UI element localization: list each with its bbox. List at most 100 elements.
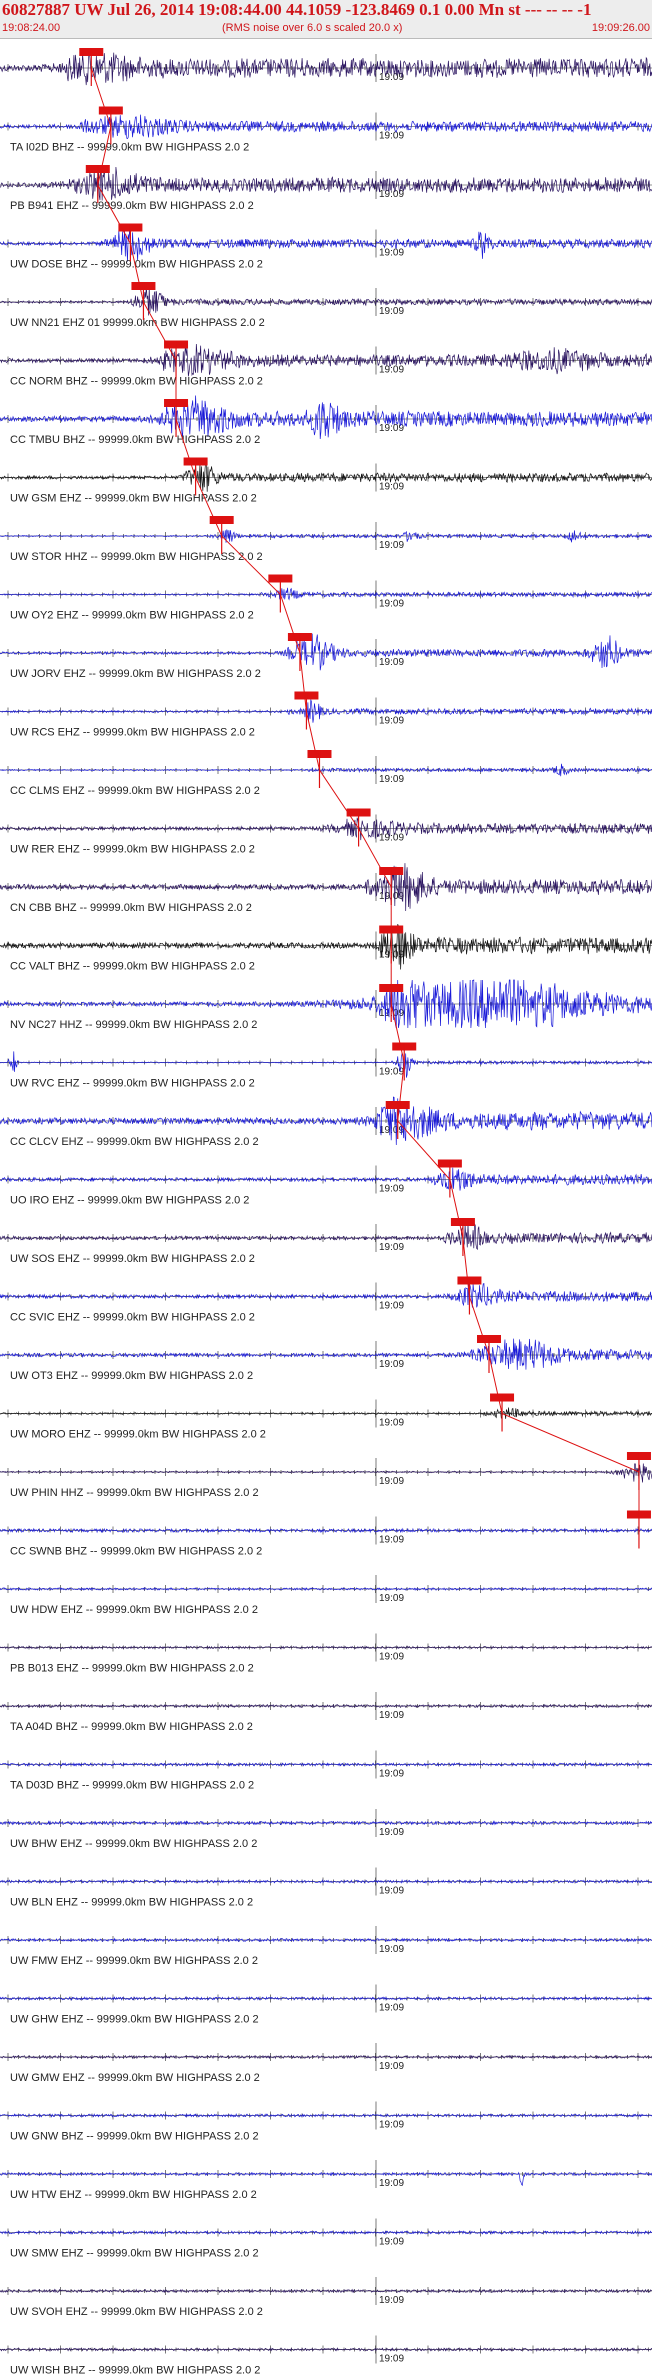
minute-label: 19:09 <box>379 1242 404 1253</box>
minute-label: 19:09 <box>379 1827 404 1838</box>
station-label: PB B941 EHZ -- 99999.0km BW HIGHPASS 2.0… <box>10 200 254 212</box>
trace-29: 19:09 TA A04D BHZ -- 99999.0km BW HIGHPAS… <box>0 1692 652 1733</box>
trace-28: 19:09 PB B013 EHZ -- 99999.0km BW HIGHPAS… <box>0 1633 652 1675</box>
trace-2: 19:09 TA I02D BHZ -- 99999.0km BW HIGHPAS… <box>0 106 652 154</box>
station-label: CC VALT BHZ -- 99999.0km BW HIGHPASS 2.0… <box>10 961 255 973</box>
minute-label: 19:09 <box>379 2295 404 2306</box>
station-label: PB B013 EHZ -- 99999.0km BW HIGHPASS 2.0… <box>10 1663 254 1675</box>
station-label: UW SMW EHZ -- 99999.0km BW HIGHPASS 2.0 … <box>10 2248 259 2260</box>
seismogram-traces: 19:09 19:09 TA I02D BHZ -- 99999.0km BW HI… <box>0 48 652 2377</box>
station-label: CC SWNB BHZ -- 99999.0km BW HIGHPASS 2.0… <box>10 1546 262 1558</box>
minute-label: 19:09 <box>379 1652 404 1663</box>
trace-6: 19:09 CC NORM BHZ -- 99999.0km BW HIGHPAS… <box>0 340 652 388</box>
station-label: UW FMW EHZ -- 99999.0km BW HIGHPASS 2.0 … <box>10 1955 258 1967</box>
station-label: UW GNW BHZ -- 99999.0km BW HIGHPASS 2.0 … <box>10 2131 259 2143</box>
minute-label: 19:09 <box>379 2061 404 2072</box>
trace-23: 19:09 UW OT3 EHZ -- 99999.0km BW HIGHPASS… <box>0 1335 652 1382</box>
waveform <box>0 1051 652 1078</box>
minute-label: 19:09 <box>379 248 404 259</box>
minute-label: 19:09 <box>379 189 404 200</box>
minute-label: 19:09 <box>379 2120 404 2131</box>
station-label: UO IRO EHZ -- 99999.0km BW HIGHPASS 2.0 … <box>10 1195 249 1207</box>
trace-40: 19:09 UW WISH BHZ -- 99999.0km BW HIGHPAS… <box>0 2335 652 2377</box>
event-title: 60827887 UW Jul 26, 2014 19:08:44.00 44.… <box>2 0 592 19</box>
station-label: CC NORM BHZ -- 99999.0km BW HIGHPASS 2.0… <box>10 376 263 388</box>
waveform <box>0 2171 652 2187</box>
trace-25: 19:09 UW PHIN HHZ -- 99999.0km BW HIGHPAS… <box>0 1452 652 1499</box>
trace-38: 19:09 UW SMW EHZ -- 99999.0km BW HIGHPASS… <box>0 2218 652 2260</box>
trace-10: 19:09 UW OY2 EHZ -- 99999.0km BW HIGHPASS… <box>0 574 652 622</box>
trace-22: 19:09 CC SVIC EHZ -- 99999.0km BW HIGHPAS… <box>0 1276 652 1324</box>
trace-21: 19:09 UW SOS EHZ -- 99999.0km BW HIGHPASS… <box>0 1218 652 1265</box>
trace-32: 19:09 UW BLN EHZ -- 99999.0km BW HIGHPASS… <box>0 1867 652 1909</box>
station-label: UW GSM EHZ -- 99999.0km BW HIGHPASS 2.0 … <box>10 493 257 505</box>
station-label: UW NN21 EHZ 01 99999.0km BW HIGHPASS 2.0… <box>10 317 265 329</box>
station-label: UW HTW EHZ -- 99999.0km BW HIGHPASS 2.0 … <box>10 2189 257 2201</box>
trace-24: 19:09 UW MORO EHZ -- 99999.0km BW HIGHPAS… <box>0 1393 652 1441</box>
station-label: UW RCS EHZ -- 99999.0km BW HIGHPASS 2.0 … <box>10 727 255 739</box>
trace-31: 19:09 UW BHW EHZ -- 99999.0km BW HIGHPASS… <box>0 1809 652 1850</box>
minute-label: 19:09 <box>379 1710 404 1721</box>
minute-label: 19:09 <box>379 1769 404 1780</box>
station-label: UW GMW EHZ -- 99999.0km BW HIGHPASS 2.0 … <box>10 2072 260 2084</box>
trace-9: 19:09 UW STOR HHZ -- 99999.0km BW HIGHPAS… <box>0 516 652 563</box>
noise-scale-note: (RMS noise over 6.0 s scaled 20.0 x) <box>222 22 403 34</box>
minute-label: 19:09 <box>379 1535 404 1546</box>
minute-label: 19:09 <box>379 1476 404 1487</box>
station-label: UW SVOH EHZ -- 99999.0km BW HIGHPASS 2.0… <box>10 2306 263 2318</box>
start-time-label: 19:08:24.00 <box>2 22 61 34</box>
trace-18: 19:09UW RVC EHZ -- 99999.0km BW HIGHPASS… <box>0 1042 652 1090</box>
waveform <box>0 587 652 601</box>
station-label: UW WISH BHZ -- 99999.0km BW HIGHPASS 2.0… <box>10 2365 260 2377</box>
trace-36: 19:09 UW GNW BHZ -- 99999.0km BW HIGHPASS… <box>0 2101 652 2143</box>
minute-label: 19:09 <box>379 1359 404 1370</box>
end-time-label: 19:09:26.00 <box>591 22 650 34</box>
minute-label: 19:09 <box>379 540 404 551</box>
trace-34: 19:09 UW GHW EHZ -- 99999.0km BW HIGHPASS… <box>0 1984 652 2026</box>
minute-label: 19:09 <box>379 1886 404 1897</box>
minute-label: 19:09 <box>379 716 404 727</box>
trace-11: 19:09 UW JORV EHZ -- 99999.0km BW HIGHPAS… <box>0 633 652 680</box>
trace-3: 19:09 PB B941 EHZ -- 99999.0km BW HIGHPAS… <box>0 165 652 212</box>
minute-label: 19:09 <box>379 1301 404 1312</box>
minute-label: 19:09 <box>379 1944 404 1955</box>
minute-label: 19:09 <box>379 2003 404 2014</box>
waveform <box>0 1223 652 1251</box>
station-label: UW OY2 EHZ -- 99999.0km BW HIGHPASS 2.0 … <box>10 610 254 622</box>
station-label: UW SOS EHZ -- 99999.0km BW HIGHPASS 2.0 … <box>10 1253 255 1265</box>
trace-39: 19:09 UW SVOH EHZ -- 99999.0km BW HIGHPAS… <box>0 2277 652 2318</box>
minute-label: 19:09 <box>379 131 404 142</box>
station-label: UW GHW EHZ -- 99999.0km BW HIGHPASS 2.0 … <box>10 2014 259 2026</box>
station-label: CN CBB BHZ -- 99999.0km BW HIGHPASS 2.0 … <box>10 902 252 914</box>
minute-label: 19:09 <box>379 2178 404 2189</box>
trace-35: 19:09 UW GMW EHZ -- 99999.0km BW HIGHPASS… <box>0 2043 652 2084</box>
minute-label: 19:09 <box>379 599 404 610</box>
trace-30: 19:09 TA D03D BHZ -- 99999.0km BW HIGHPAS… <box>0 1750 652 1792</box>
station-label: UW RER EHZ -- 99999.0km BW HIGHPASS 2.0 … <box>10 844 255 856</box>
station-label: UW STOR HHZ -- 99999.0km BW HIGHPASS 2.0… <box>10 551 263 563</box>
minute-label: 19:09 <box>379 1418 404 1429</box>
station-label: UW PHIN HHZ -- 99999.0km BW HIGHPASS 2.0… <box>10 1487 259 1499</box>
trace-37: 19:09 UW HTW EHZ -- 99999.0km BW HIGHPASS… <box>0 2160 652 2201</box>
station-label: UW OT3 EHZ -- 99999.0km BW HIGHPASS 2.0 … <box>10 1370 253 1382</box>
minute-label: 19:09 <box>379 2237 404 2248</box>
minute-label: 19:09 <box>379 365 404 376</box>
trace-15: 19:09CN CBB BHZ -- 99999.0km BW HIGHPASS… <box>0 863 652 914</box>
trace-19: 19:09CC CLCV EHZ -- 99999.0km BW HIGHPAS… <box>0 1096 652 1148</box>
trace-26: 19:09 CC SWNB BHZ -- 99999.0km BW HIGHPAS… <box>0 1510 652 1558</box>
station-label: UW RVC EHZ -- 99999.0km BW HIGHPASS 2.0 … <box>10 1078 255 1090</box>
trace-7: 19:09CC TMBU BHZ -- 99999.0km BW HIGHPAS… <box>0 395 652 446</box>
minute-label: 19:09 <box>379 1593 404 1604</box>
plot-header: 60827887 UW Jul 26, 2014 19:08:44.00 44.… <box>0 0 652 39</box>
trace-33: 19:09 UW FMW EHZ -- 99999.0km BW HIGHPASS… <box>0 1926 652 1967</box>
trace-12: 19:09 UW RCS EHZ -- 99999.0km BW HIGHPASS… <box>0 691 652 739</box>
trace-1: 19:09 <box>0 48 652 86</box>
station-label: TA I02D BHZ -- 99999.0km BW HIGHPASS 2.0… <box>10 142 249 154</box>
minute-label: 19:09 <box>379 1184 404 1195</box>
station-label: UW HDW EHZ -- 99999.0km BW HIGHPASS 2.0 … <box>10 1604 258 1616</box>
station-label: CC TMBU BHZ -- 99999.0km BW HIGHPASS 2.0… <box>10 434 260 446</box>
minute-label: 19:09 <box>379 482 404 493</box>
station-label: UW BLN EHZ -- 99999.0km BW HIGHPASS 2.0 … <box>10 1897 253 1909</box>
station-label: CC SVIC EHZ -- 99999.0km BW HIGHPASS 2.0… <box>10 1312 255 1324</box>
trace-5: 19:09 UW NN21 EHZ 01 99999.0km BW HIGHPAS… <box>0 282 652 329</box>
